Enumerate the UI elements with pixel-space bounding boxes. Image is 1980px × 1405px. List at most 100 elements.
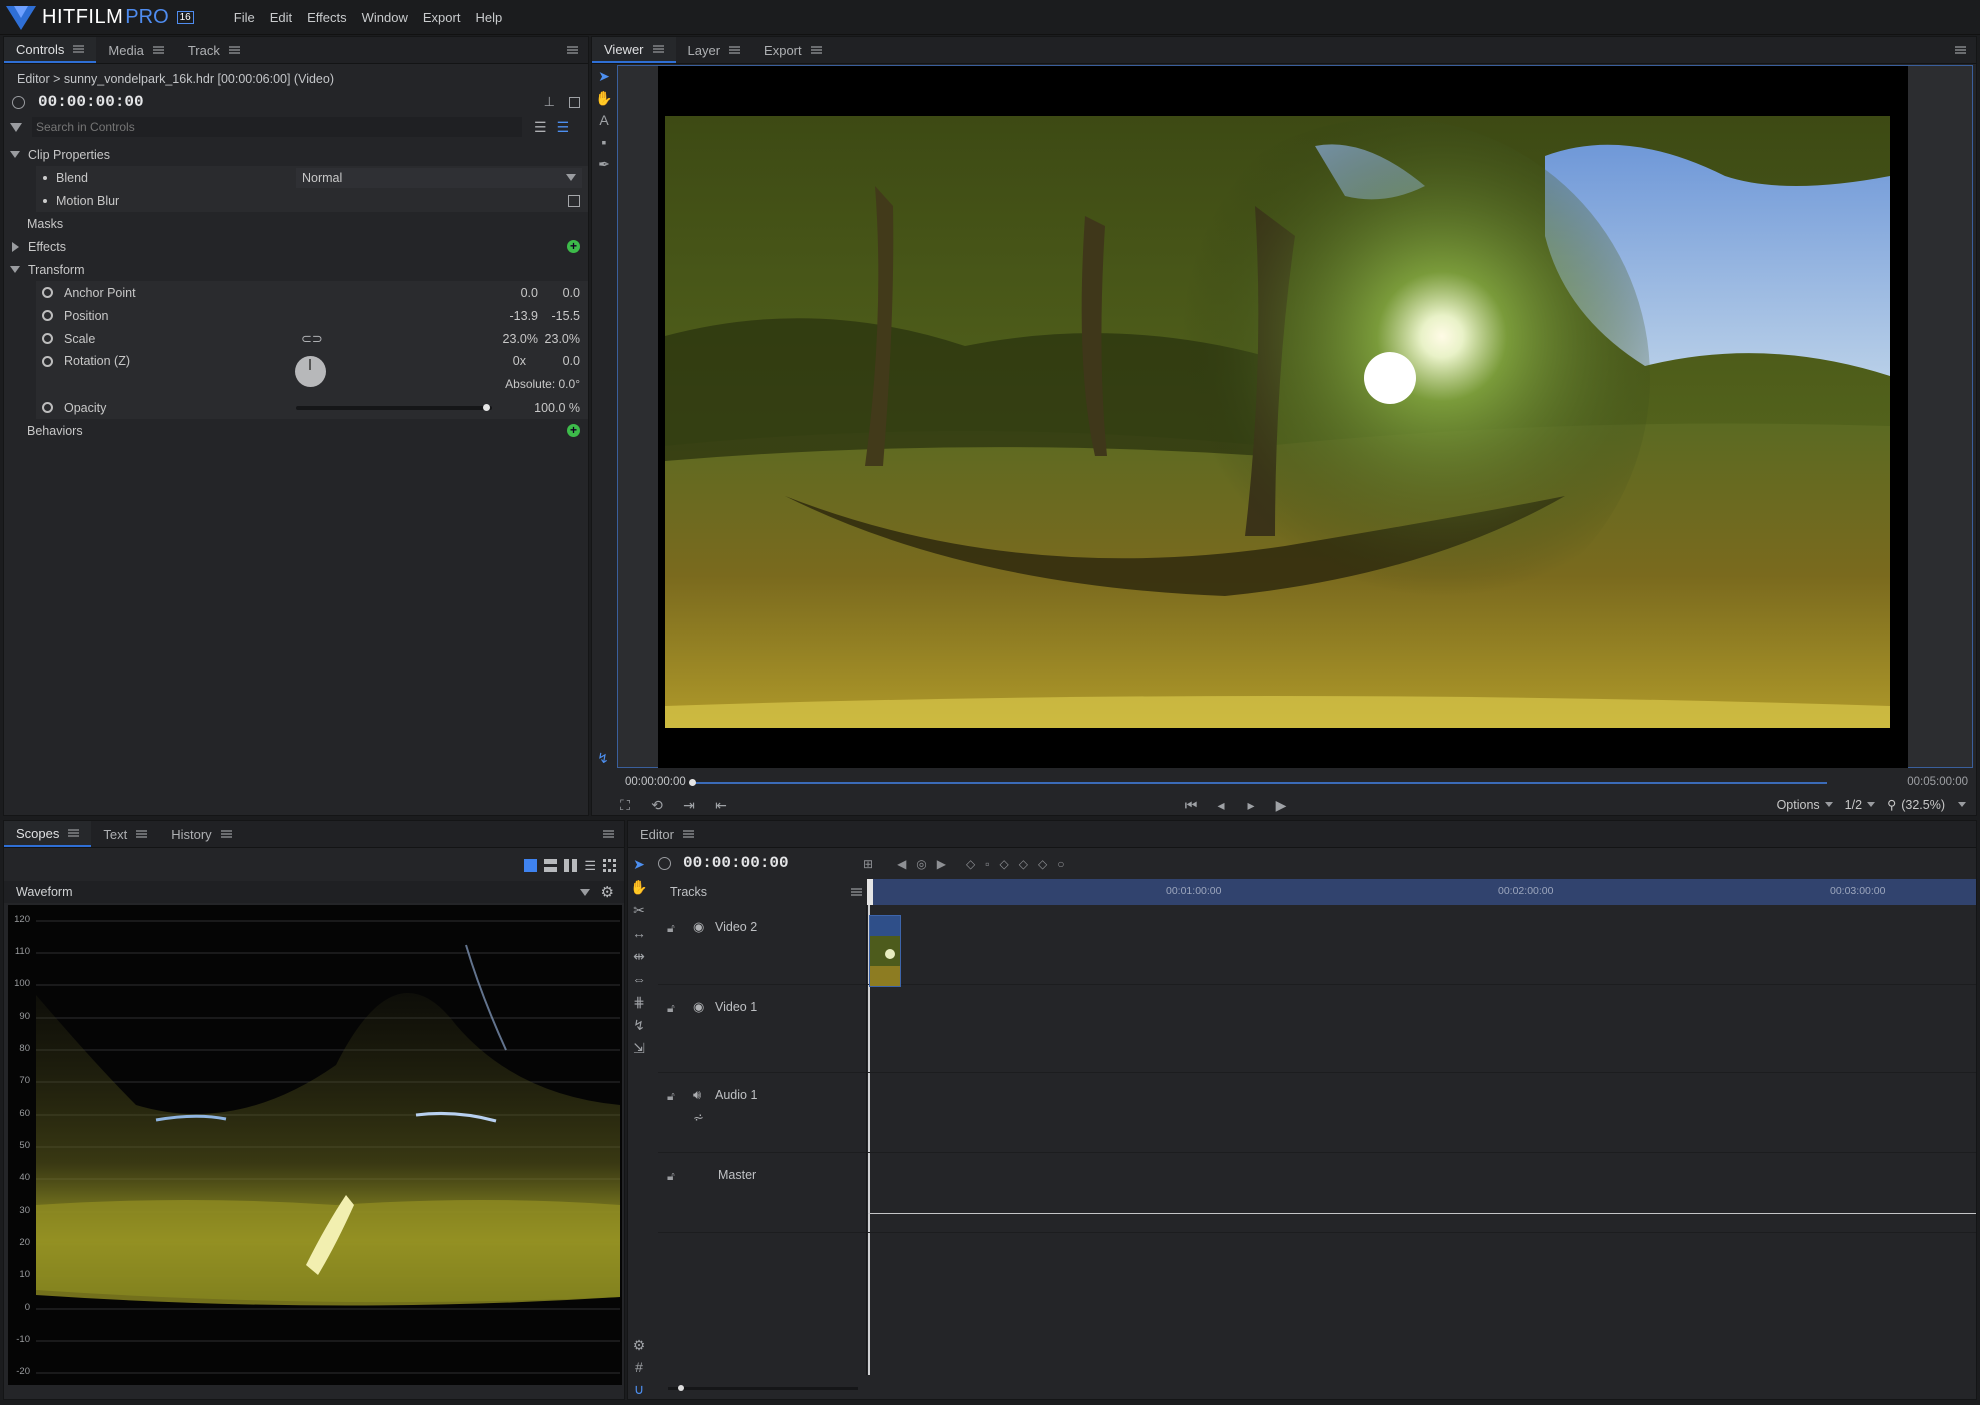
select-tool-icon[interactable]: ➤ xyxy=(595,67,613,85)
tab-menu-icon[interactable] xyxy=(729,46,741,54)
tab-menu-icon[interactable] xyxy=(136,830,148,838)
magnet-icon[interactable]: ∪ xyxy=(630,1380,648,1398)
opacity-slider[interactable] xyxy=(296,403,492,411)
tab-menu-icon[interactable] xyxy=(652,45,664,53)
fit-screen-icon[interactable]: ⛶ xyxy=(616,796,634,814)
speaker-icon[interactable]: 🔊︎ xyxy=(693,1087,701,1103)
ripple-tool-icon[interactable]: ⇔ xyxy=(630,970,648,988)
gear-icon[interactable]: ⚙ xyxy=(630,1336,648,1354)
lock-icon[interactable]: 🔓︎ xyxy=(667,1169,675,1184)
marker-icon[interactable]: ○ xyxy=(1057,857,1064,871)
tab-track[interactable]: Track xyxy=(176,37,252,63)
layout-grid-icon[interactable] xyxy=(603,859,616,872)
controls-timecode[interactable]: 00:00:00:00 xyxy=(38,93,144,111)
timeline-ruler[interactable]: 00:01:00:00 00:02:00:00 00:03:00:00 xyxy=(867,879,1976,905)
lock-icon[interactable]: 🔓︎ xyxy=(667,1001,675,1016)
position-y-value[interactable]: -15.5 xyxy=(552,309,581,323)
waveform-toggle-icon[interactable]: ⩫ xyxy=(693,1110,704,1126)
step-back-icon[interactable]: ◂ xyxy=(1212,796,1230,814)
pin-icon[interactable]: ⊥ xyxy=(544,94,555,110)
hand-tool-icon[interactable]: ✋ xyxy=(595,89,613,107)
clip-sunny-vondelpark[interactable] xyxy=(869,915,901,987)
tab-menu-icon[interactable] xyxy=(810,46,822,54)
keyframe-toggle-icon[interactable] xyxy=(42,310,53,321)
add-effect-icon[interactable]: + xyxy=(567,240,580,253)
tab-media[interactable]: Media xyxy=(96,37,175,63)
playhead-dot[interactable] xyxy=(689,779,696,786)
menu-help[interactable]: Help xyxy=(475,10,502,25)
masks-row[interactable]: Masks xyxy=(4,212,588,235)
step-forward-icon[interactable]: ▸ xyxy=(1242,796,1260,814)
panel-menu-icon[interactable] xyxy=(1955,46,1966,54)
behaviors-header[interactable]: Behaviors + xyxy=(4,419,588,442)
tab-viewer[interactable]: Viewer xyxy=(592,37,676,63)
list-view-icon[interactable]: ☰ xyxy=(534,119,547,136)
keyframe-toggle-icon[interactable] xyxy=(42,287,53,298)
lock-icon[interactable]: 🔓︎ xyxy=(667,1089,675,1104)
panel-menu-icon[interactable] xyxy=(567,46,578,54)
rate-stretch-icon[interactable]: ↯ xyxy=(630,1016,648,1034)
marker-icon[interactable]: ◇ xyxy=(1038,857,1047,871)
timeline-zoom-slider[interactable] xyxy=(668,1385,858,1391)
keyframe-toggle-icon[interactable] xyxy=(42,402,53,413)
options-dropdown[interactable]: Options xyxy=(1777,798,1833,812)
keyframe-toggle-icon[interactable] xyxy=(42,356,53,367)
loop-icon[interactable]: ⟲ xyxy=(648,796,666,814)
rotation-turns-value[interactable]: 0x xyxy=(513,354,526,368)
tab-export[interactable]: Export xyxy=(752,37,834,63)
lock-icon[interactable]: 🔓︎ xyxy=(667,921,675,936)
chevron-down-icon[interactable] xyxy=(580,888,590,896)
editor-timecode[interactable]: 00:00:00:00 xyxy=(683,854,789,872)
zoom-dropdown[interactable]: ⚲ (32.5%) xyxy=(1887,797,1966,812)
blend-select[interactable]: Normal xyxy=(296,167,582,188)
menu-window[interactable]: Window xyxy=(362,10,408,25)
tracks-menu-icon[interactable] xyxy=(851,888,862,896)
transform-header[interactable]: Transform xyxy=(4,258,588,281)
rotation-degrees-value[interactable]: 0.0 xyxy=(563,354,580,368)
layout-two-col-icon[interactable] xyxy=(564,859,578,872)
slip-tool-icon[interactable]: ↔ xyxy=(630,924,648,942)
layout-single-icon[interactable] xyxy=(524,859,538,872)
tab-text[interactable]: Text xyxy=(91,821,159,847)
opacity-slider-handle[interactable] xyxy=(483,403,490,411)
eye-icon[interactable]: ◉ xyxy=(693,919,704,935)
menu-file[interactable]: File xyxy=(234,10,255,25)
panel-layout-icon[interactable] xyxy=(569,96,580,108)
tab-editor[interactable]: Editor xyxy=(628,821,706,847)
viewer-frame[interactable] xyxy=(658,66,1908,768)
tab-menu-icon[interactable] xyxy=(220,830,232,838)
tab-menu-icon[interactable] xyxy=(152,46,164,54)
filter-icon[interactable] xyxy=(10,122,22,132)
set-in-icon[interactable]: ⇥ xyxy=(680,796,698,814)
zoom-handle[interactable] xyxy=(678,1385,684,1391)
keyframe-toggle-icon[interactable] xyxy=(42,333,53,344)
panel-menu-icon[interactable] xyxy=(603,830,614,838)
marker-icon[interactable]: ◇ xyxy=(966,857,975,871)
marker-icon[interactable]: ◇ xyxy=(1019,857,1028,871)
slide-tool-icon[interactable]: ⇹ xyxy=(630,947,648,965)
tab-history[interactable]: History xyxy=(159,821,243,847)
menu-effects[interactable]: Effects xyxy=(307,10,347,25)
detail-view-icon[interactable]: ☰ xyxy=(557,119,570,136)
resolution-dropdown[interactable]: 1/2 xyxy=(1845,798,1876,812)
opacity-value[interactable]: 100.0 % xyxy=(534,401,580,415)
go-to-start-icon[interactable]: ⏮ xyxy=(1182,796,1200,814)
set-out-icon[interactable]: ⇤ xyxy=(712,796,730,814)
anchor-x-value[interactable]: 0.0 xyxy=(521,286,538,300)
link-icon[interactable]: ⊂⊃ xyxy=(301,331,323,347)
viewer-scrub-track[interactable] xyxy=(689,779,1827,786)
scope-type-label[interactable]: Waveform xyxy=(16,885,73,899)
tab-menu-icon[interactable] xyxy=(68,829,80,837)
roll-tool-icon[interactable]: ⋕ xyxy=(630,993,648,1011)
tab-menu-icon[interactable] xyxy=(73,45,85,53)
search-input[interactable] xyxy=(32,117,522,137)
anchor-y-value[interactable]: 0.0 xyxy=(563,286,580,300)
tab-menu-icon[interactable] xyxy=(228,46,240,54)
effects-header[interactable]: Effects + xyxy=(4,235,588,258)
motion-blur-checkbox[interactable] xyxy=(568,194,580,207)
hand-tool-icon[interactable]: ✋ xyxy=(630,878,648,896)
mask-tool-icon[interactable]: ▪ xyxy=(595,133,613,151)
marker-icon[interactable]: ◇ xyxy=(1000,857,1009,871)
scale-y-value[interactable]: 23.0% xyxy=(545,332,580,346)
add-track-icon[interactable]: ⊞ xyxy=(863,857,873,871)
